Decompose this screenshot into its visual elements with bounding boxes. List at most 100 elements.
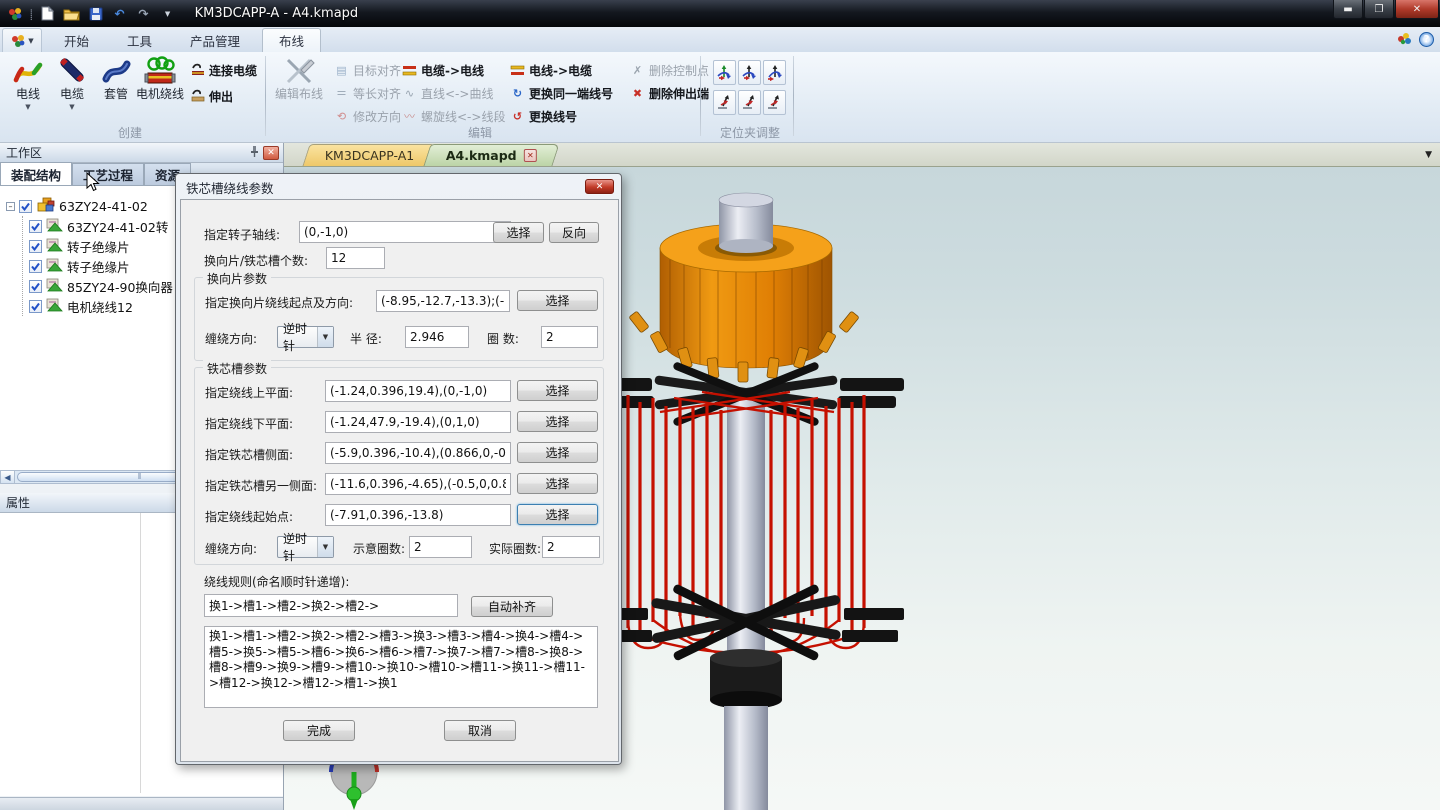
save-icon[interactable] [87, 5, 105, 23]
target-align-icon: ▤ [334, 63, 349, 77]
winding-rule-input[interactable] [204, 594, 458, 617]
core-params-group: 铁芯槽参数 指定绕线上平面: 选择 指定绕线下平面: 选择 指定铁芯槽侧面: 选… [194, 367, 604, 565]
redo-icon[interactable]: ↷ [135, 5, 153, 23]
part-icon [46, 238, 63, 255]
slot-other-side-input[interactable] [325, 473, 511, 495]
motor-winding-button[interactable]: 电机绕线 [133, 56, 187, 122]
upper-plane-select-button[interactable]: 选择 [517, 380, 598, 401]
slot-other-side-select-button[interactable]: 选择 [517, 473, 598, 494]
pin-icon[interactable] [249, 145, 260, 161]
app-logo-icon[interactable] [6, 5, 24, 23]
motor-winding-icon [143, 56, 177, 86]
checkbox-checked[interactable] [29, 240, 42, 253]
tab-tools[interactable]: 工具 [111, 28, 168, 52]
cable-button[interactable]: 电缆 ▼ [50, 56, 94, 122]
group-label-clamp: 定位夹调整 [690, 124, 810, 141]
doc-tab-a4-kmapd[interactable]: A4.kmapd ✕ [424, 144, 560, 166]
real-turns-input[interactable] [542, 536, 600, 558]
wire-button[interactable]: 电线 ▼ [6, 56, 50, 122]
commutator-start-select-button[interactable]: 选择 [517, 290, 598, 311]
maximize-button[interactable]: ❐ [1364, 0, 1394, 19]
new-file-icon[interactable] [39, 5, 57, 23]
delete-control-point-icon: ✗ [630, 63, 645, 77]
clamp-adjust-button-4[interactable] [713, 90, 736, 115]
ribbon-tab-strip: ▼ 开始 工具 产品管理 布线 [0, 27, 1440, 52]
wire-to-cable-button[interactable]: 电线->电缆 [510, 60, 592, 80]
checkbox-checked[interactable] [19, 200, 32, 213]
checkbox-checked[interactable] [29, 260, 42, 273]
clamp-adjust-button-2[interactable] [738, 60, 761, 85]
clamp-adjust-button-1[interactable] [713, 60, 736, 85]
tab-routing[interactable]: 布线 [262, 28, 321, 52]
cable-icon [57, 56, 87, 86]
edit-routing-button[interactable]: 编辑布线 [271, 56, 327, 122]
doc-tab-km3dcapp-a1[interactable]: KM3DCAPP-A1 [302, 144, 437, 166]
collapse-icon[interactable]: – [6, 202, 15, 211]
commutator-dir-select[interactable]: 逆时针 ▼ [277, 326, 334, 348]
upper-plane-input[interactable] [325, 380, 511, 402]
slot-side-input[interactable] [325, 442, 511, 464]
checkbox-checked[interactable] [29, 300, 42, 313]
lower-plane-input[interactable] [325, 411, 511, 433]
start-point-input[interactable] [325, 504, 511, 526]
rotor-axis-reverse-button[interactable]: 反向 [549, 222, 599, 243]
line-curve-button[interactable]: ∿ 直线<->曲线 [402, 83, 493, 103]
helix-segment-button[interactable]: 〰 螺旋线<->线段 [402, 106, 505, 126]
qat-dropdown-icon[interactable]: ▼ [159, 5, 177, 23]
slot-side-select-button[interactable]: 选择 [517, 442, 598, 463]
modify-direction-button[interactable]: ⟲ 修改方向 [334, 106, 401, 126]
app-menu-button[interactable]: ▼ [2, 28, 42, 52]
delete-extension-button[interactable]: ✖ 删除伸出端 [630, 83, 709, 103]
clamp-adjust-button-3[interactable] [763, 60, 786, 85]
finish-button[interactable]: 完成 [283, 720, 355, 741]
line-curve-icon: ∿ [402, 86, 417, 100]
core-dir-select[interactable]: 逆时针 ▼ [277, 536, 334, 558]
open-folder-icon[interactable] [63, 5, 81, 23]
help-icon[interactable]: ? [1419, 32, 1434, 47]
start-point-select-button[interactable]: 选择 [517, 504, 598, 525]
delete-control-point-button[interactable]: ✗ 删除控制点 [630, 60, 709, 80]
commutator-start-input[interactable] [376, 290, 510, 312]
commutator-params-label: 换向片参数 [203, 270, 271, 287]
undo-icon[interactable]: ↶ [111, 5, 129, 23]
demo-turns-input[interactable] [409, 536, 472, 558]
tab-assembly-structure[interactable]: 装配结构 [0, 162, 72, 185]
tab-process[interactable]: 工艺过程 [72, 163, 144, 185]
swap-wire-number-button[interactable]: ↺ 更换线号 [510, 106, 577, 126]
tab-start[interactable]: 开始 [48, 28, 105, 52]
cable-to-wire-button[interactable]: 电缆->电线 [402, 60, 484, 80]
rotor-axis-select-button[interactable]: 选择 [493, 222, 544, 243]
autofill-button[interactable]: 自动补齐 [471, 596, 553, 617]
segment-count-input[interactable] [326, 247, 385, 269]
dialog-close-button[interactable]: ✕ [585, 179, 614, 194]
radius-input[interactable] [405, 326, 469, 348]
upper-plane-label: 指定绕线上平面: [205, 384, 293, 401]
doc-tab-close-icon[interactable]: ✕ [524, 149, 537, 162]
clamp-adjust-button-5[interactable] [738, 90, 761, 115]
sleeve-icon [101, 56, 131, 86]
sleeve-button[interactable]: 套管 [94, 56, 138, 122]
minimize-button[interactable]: ▬ [1333, 0, 1363, 19]
rotor-axis-input[interactable] [299, 221, 511, 243]
tab-list-dropdown-icon[interactable]: ▼ [1425, 150, 1432, 160]
cancel-button[interactable]: 取消 [444, 720, 516, 741]
checkbox-checked[interactable] [29, 280, 42, 293]
swap-wire-number-icon: ↺ [510, 109, 525, 123]
connect-cable-button[interactable]: 连接电缆 [190, 60, 257, 80]
window-title: KM3DCAPP-A - A4.kmapd [195, 6, 359, 21]
checkbox-checked[interactable] [29, 220, 42, 233]
tab-product-management[interactable]: 产品管理 [174, 28, 256, 52]
equal-length-align-button[interactable]: ＝ 等长对齐 [334, 83, 401, 103]
turns-input[interactable] [541, 326, 598, 348]
swap-same-end-number-button[interactable]: ↻ 更换同一端线号 [510, 83, 613, 103]
part-icon [46, 258, 63, 275]
helix-segment-icon: 〰 [402, 109, 417, 123]
winding-rule-textarea[interactable]: 换1->槽1->槽2->换2->槽2->槽3->换3->槽3->槽4->换4->… [204, 626, 598, 708]
close-button[interactable]: ✕ [1395, 0, 1439, 19]
clamp-adjust-button-6[interactable] [763, 90, 786, 115]
scroll-left-arrow[interactable]: ◀ [1, 471, 15, 483]
target-align-button[interactable]: ▤ 目标对齐 [334, 60, 401, 80]
extend-button[interactable]: 伸出 [190, 86, 233, 106]
workspace-close-icon[interactable]: ✕ [263, 146, 279, 160]
lower-plane-select-button[interactable]: 选择 [517, 411, 598, 432]
